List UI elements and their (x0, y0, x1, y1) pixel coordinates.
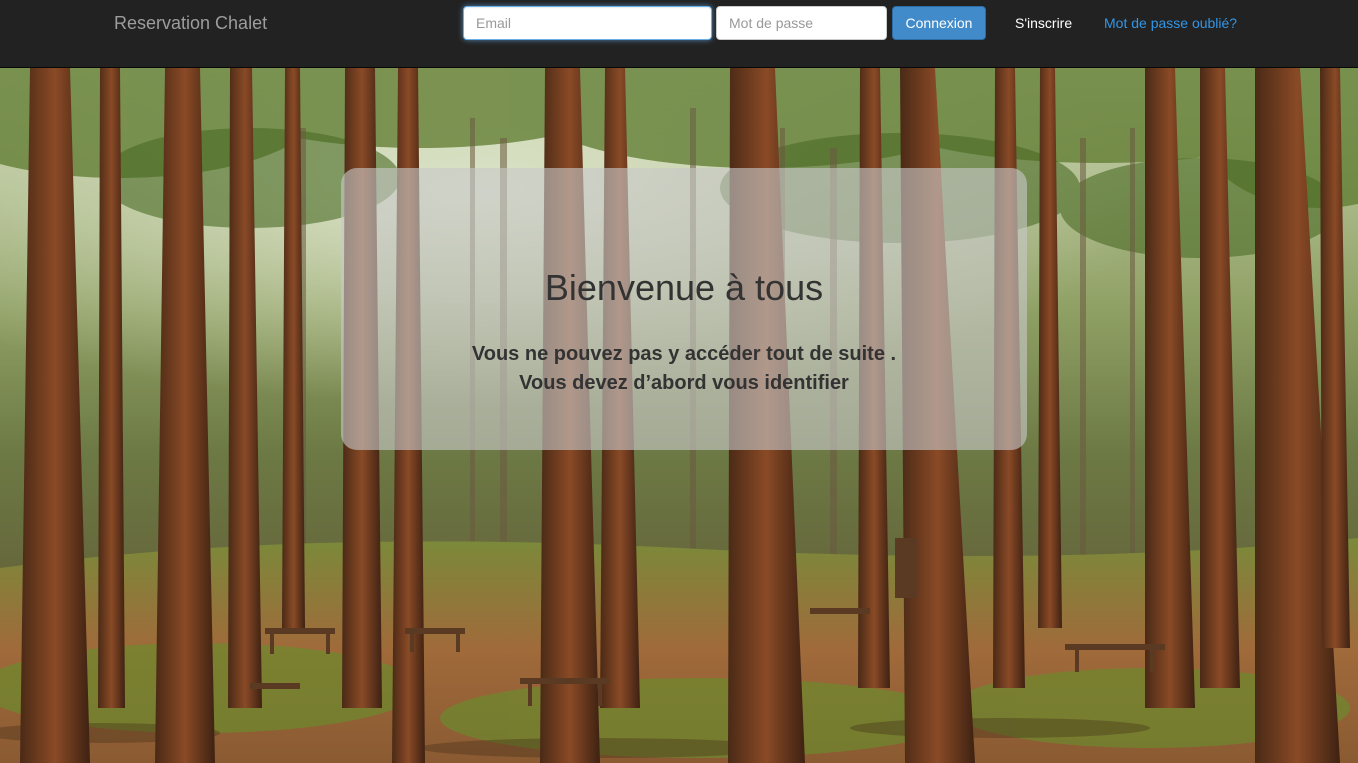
forgot-password-link[interactable]: Mot de passe oublié? (1104, 14, 1237, 32)
forest-background: Bienvenue à tous Vous ne pouvez pas y ac… (0, 68, 1358, 763)
welcome-title: Bienvenue à tous (544, 267, 824, 308)
brand-link[interactable]: Reservation Chalet (114, 13, 267, 33)
password-input[interactable] (716, 6, 887, 40)
welcome-panel: Bienvenue à tous Vous ne pouvez pas y ac… (341, 168, 1027, 450)
top-navbar: Reservation Chalet Connexion S'inscrire … (0, 0, 1358, 68)
login-button[interactable]: Connexion (892, 6, 986, 40)
welcome-line-1: Vous ne pouvez pas y accéder tout de sui… (471, 343, 897, 365)
welcome-line-2: Vous devez d’abord vous identifier (519, 372, 849, 394)
email-input[interactable] (463, 6, 712, 40)
welcome-message: Vous ne pouvez pas y accéder tout de sui… (341, 340, 1027, 398)
signup-link[interactable]: S'inscrire (1015, 14, 1072, 32)
